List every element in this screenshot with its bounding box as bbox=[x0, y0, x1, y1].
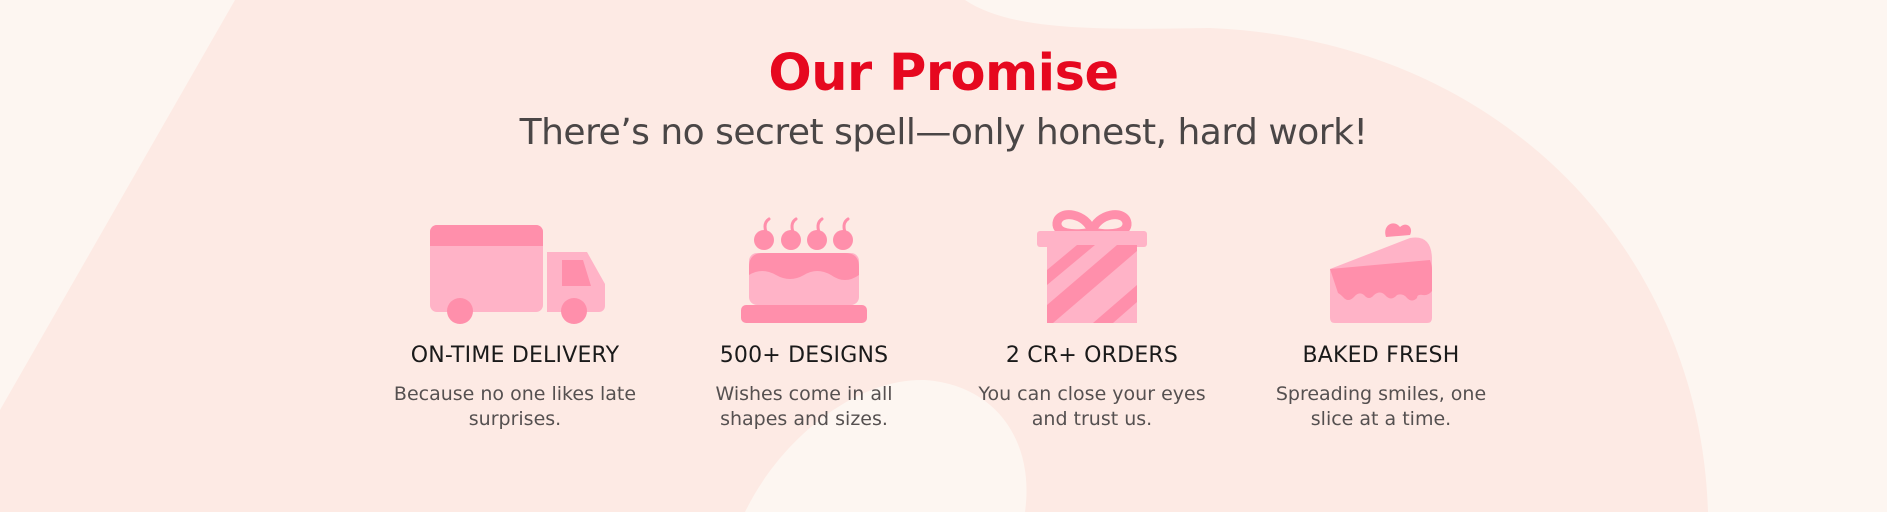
feature-description: Because no one likes late surprises. bbox=[393, 383, 637, 430]
feature-title: ON-TIME DELIVERY bbox=[410, 343, 620, 368]
cake-slice-icon bbox=[1330, 223, 1432, 323]
feature-title: BAKED FRESH bbox=[1302, 343, 1460, 368]
feature-description: You can close your eyes and trust us. bbox=[978, 383, 1206, 430]
feature-baked-fresh: BAKED FRESH Spreading smiles, one slice … bbox=[1251, 205, 1511, 432]
feature-title: 2 CR+ ORDERS bbox=[1005, 343, 1179, 368]
section-subtitle: There’s no secret spell—only honest, har… bbox=[519, 112, 1368, 153]
feature-500-designs: 500+ DESIGNS Wishes come in all shapes a… bbox=[674, 205, 934, 432]
feature-description: Spreading smiles, one slice at a time. bbox=[1275, 383, 1487, 430]
gift-box-icon bbox=[1037, 210, 1147, 323]
promise-section: Our Promise There’s no secret spell—only… bbox=[0, 0, 1887, 512]
feature-2-cr-orders: 2 CR+ ORDERS You can close your eyes and… bbox=[962, 205, 1222, 432]
cake-icon bbox=[741, 217, 867, 323]
feature-title: 500+ DESIGNS bbox=[719, 343, 889, 368]
feature-on-time-delivery: ON-TIME DELIVERY Because no one likes la… bbox=[385, 205, 645, 432]
feature-description: Wishes come in all shapes and sizes. bbox=[715, 383, 893, 430]
delivery-truck-icon bbox=[430, 225, 605, 324]
section-title: Our Promise bbox=[768, 44, 1119, 103]
